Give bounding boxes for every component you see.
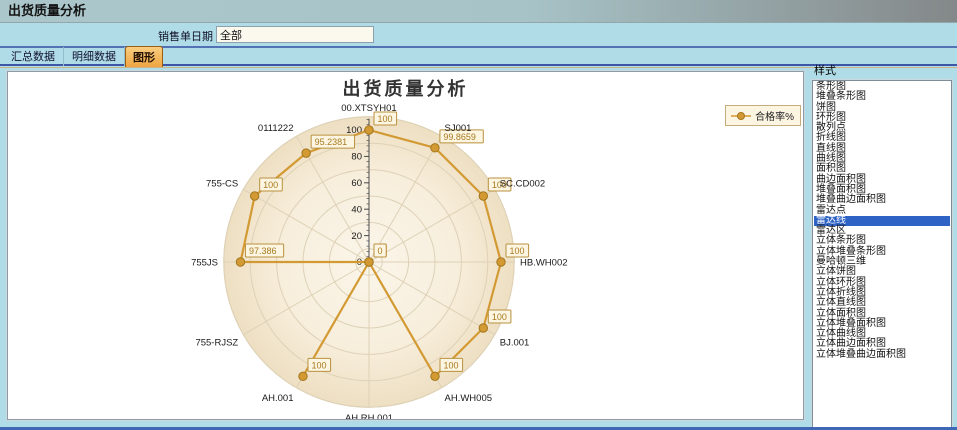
filter-bar: 销售单日期: [0, 23, 957, 48]
svg-text:100: 100: [312, 360, 327, 370]
svg-text:80: 80: [351, 152, 362, 163]
svg-text:100: 100: [263, 180, 278, 190]
svg-text:AH.RH.001: AH.RH.001: [345, 413, 393, 419]
svg-text:0111222: 0111222: [258, 123, 294, 134]
svg-text:97.386: 97.386: [249, 246, 277, 256]
svg-text:00.XTSYH01: 00.XTSYH01: [341, 103, 396, 114]
style-list-item[interactable]: 立体直线图: [814, 298, 950, 308]
svg-text:AH.001: AH.001: [262, 393, 294, 404]
svg-text:100: 100: [378, 114, 393, 124]
svg-text:95.2381: 95.2381: [315, 137, 348, 147]
style-list-item[interactable]: 立体堆叠曲边面积图: [814, 350, 950, 360]
svg-text:100: 100: [492, 312, 507, 322]
sale-date-input[interactable]: [216, 26, 374, 43]
content-area: 出货质量分析 合格率% 02040608010010099.8659100100…: [0, 67, 957, 428]
window-title-bar: 出货质量分析: [0, 0, 957, 23]
svg-text:BJ.001: BJ.001: [500, 338, 530, 349]
svg-text:755JS: 755JS: [191, 258, 218, 269]
legend-label: 合格率%: [755, 108, 794, 123]
page-title: 出货质量分析: [0, 0, 86, 22]
svg-text:SC.CD002: SC.CD002: [500, 179, 545, 190]
style-panel: 样式 条形图堆叠条形图饼图环形图散列点折线图直线图曲线图面积图曲边面积图堆叠面积…: [812, 62, 953, 428]
svg-text:AH.WH005: AH.WH005: [445, 393, 493, 404]
svg-text:100: 100: [444, 360, 459, 370]
chart-panel: 出货质量分析 合格率% 02040608010010099.8659100100…: [7, 71, 804, 420]
svg-text:60: 60: [351, 178, 362, 189]
chart-style-list[interactable]: 条形图堆叠条形图饼图环形图散列点折线图直线图曲线图面积图曲边面积图堆叠面积图堆叠…: [812, 80, 952, 428]
svg-text:SJ001: SJ001: [445, 123, 472, 134]
svg-text:40: 40: [351, 204, 362, 215]
tab-chart[interactable]: 图形: [125, 46, 163, 68]
legend-line-marker: [730, 111, 752, 121]
svg-text:HB.WH002: HB.WH002: [520, 258, 568, 269]
sale-date-label: 销售单日期: [120, 28, 213, 44]
svg-text:100: 100: [510, 246, 525, 256]
chart-legend: 合格率%: [725, 105, 801, 126]
style-panel-title: 样式: [814, 62, 953, 78]
svg-text:20: 20: [351, 231, 362, 242]
svg-text:755-RJSZ: 755-RJSZ: [195, 338, 238, 349]
tab-summary-data[interactable]: 汇总数据: [3, 47, 64, 66]
tab-detail-data[interactable]: 明细数据: [64, 47, 125, 66]
radar-chart: 02040608010010099.8659100100100100010009…: [8, 72, 803, 419]
svg-text:755-CS: 755-CS: [206, 179, 238, 190]
chart-title: 出货质量分析: [8, 75, 803, 101]
svg-text:0: 0: [378, 246, 383, 256]
